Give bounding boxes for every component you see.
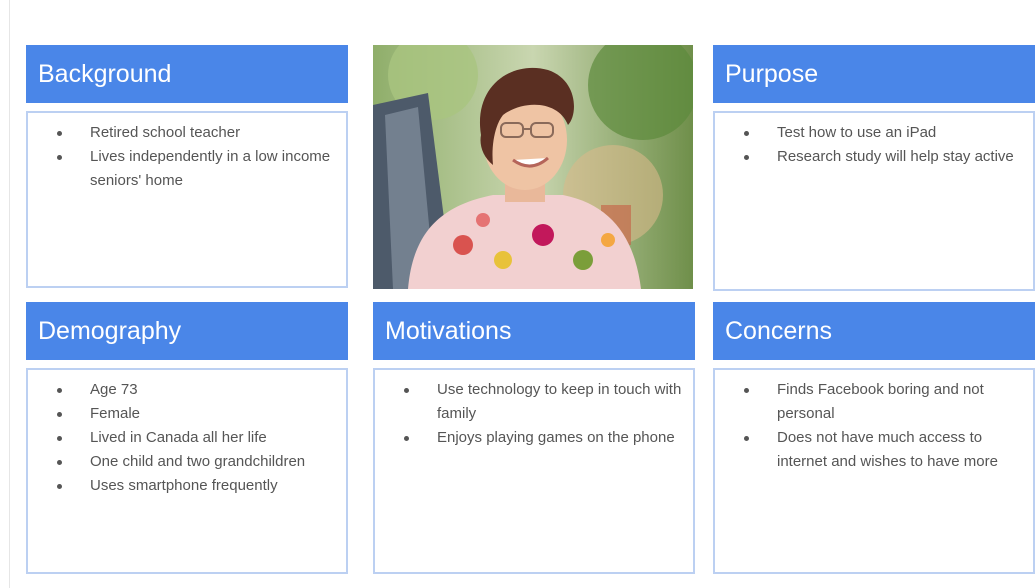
demography-item: Uses smartphone frequently bbox=[42, 474, 336, 498]
background-list: Retired school teacher Lives independent… bbox=[42, 121, 336, 193]
demography-header: Demography bbox=[26, 302, 348, 360]
background-item: Lives independently in a low income seni… bbox=[42, 145, 336, 193]
purpose-body: Test how to use an iPad Research study w… bbox=[713, 111, 1035, 291]
demography-item: Age 73 bbox=[42, 378, 336, 402]
demography-item: One child and two grandchildren bbox=[42, 450, 336, 474]
concerns-body: Finds Facebook boring and not personal D… bbox=[713, 368, 1035, 574]
motivations-list: Use technology to keep in touch with fam… bbox=[389, 378, 683, 450]
concerns-item: Finds Facebook boring and not personal bbox=[729, 378, 1023, 426]
concerns-card: Concerns Finds Facebook boring and not p… bbox=[713, 302, 1035, 574]
persona-photo bbox=[373, 45, 693, 289]
background-body: Retired school teacher Lives independent… bbox=[26, 111, 348, 288]
motivations-item: Enjoys playing games on the phone bbox=[389, 426, 683, 450]
purpose-header: Purpose bbox=[713, 45, 1035, 103]
demography-list: Age 73 Female Lived in Canada all her li… bbox=[42, 378, 336, 498]
purpose-card: Purpose Test how to use an iPad Research… bbox=[713, 45, 1035, 291]
page-left-rule bbox=[9, 0, 10, 588]
motivations-item: Use technology to keep in touch with fam… bbox=[389, 378, 683, 426]
concerns-header: Concerns bbox=[713, 302, 1035, 360]
demography-body: Age 73 Female Lived in Canada all her li… bbox=[26, 368, 348, 574]
concerns-item: Does not have much access to internet an… bbox=[729, 426, 1023, 474]
purpose-item: Research study will help stay active bbox=[729, 145, 1023, 169]
motivations-card: Motivations Use technology to keep in to… bbox=[373, 302, 695, 574]
motivations-body: Use technology to keep in touch with fam… bbox=[373, 368, 695, 574]
purpose-list: Test how to use an iPad Research study w… bbox=[729, 121, 1023, 169]
background-card: Background Retired school teacher Lives … bbox=[26, 45, 348, 288]
concerns-list: Finds Facebook boring and not personal D… bbox=[729, 378, 1023, 474]
background-item: Retired school teacher bbox=[42, 121, 336, 145]
demography-item: Female bbox=[42, 402, 336, 426]
background-header: Background bbox=[26, 45, 348, 103]
demography-card: Demography Age 73 Female Lived in Canada… bbox=[26, 302, 348, 574]
demography-item: Lived in Canada all her life bbox=[42, 426, 336, 450]
motivations-header: Motivations bbox=[373, 302, 695, 360]
purpose-item: Test how to use an iPad bbox=[729, 121, 1023, 145]
